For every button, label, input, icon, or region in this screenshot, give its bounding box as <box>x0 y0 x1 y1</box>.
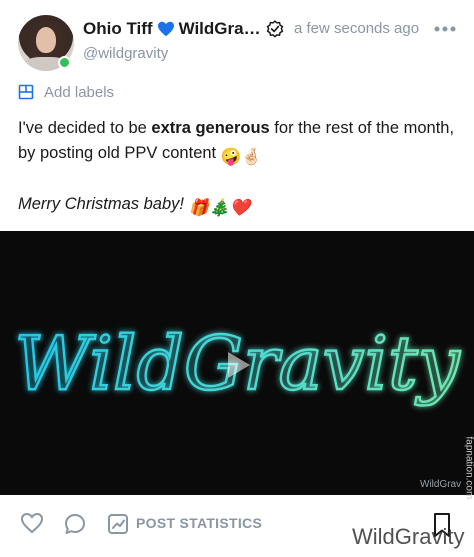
avatar-face <box>36 27 56 53</box>
post-statistics-icon[interactable] <box>107 513 129 535</box>
like-heart-icon[interactable] <box>20 512 44 534</box>
display-name[interactable]: Ohio Tiff <box>83 19 153 39</box>
verified-badge-icon <box>266 20 284 38</box>
post-timestamp[interactable]: a few seconds ago <box>294 20 419 37</box>
more-options-icon[interactable] <box>434 26 456 32</box>
add-labels-label: Add labels <box>44 83 115 101</box>
brand-watermark: WildGravity <box>352 524 465 549</box>
post-statistics-button[interactable]: POST STATISTICS <box>136 515 262 531</box>
post-text-emojis: 🤪🤞🏻 <box>220 148 262 166</box>
post-text-bold: extra generous <box>151 119 270 137</box>
play-icon[interactable] <box>224 350 252 380</box>
post-greeting: Merry Christmas baby! <box>18 195 189 213</box>
user-handle[interactable]: @wildgravity <box>83 45 168 62</box>
post-header: Ohio Tiff WildGra… a few seconds ago @wi… <box>0 0 474 80</box>
name-row[interactable]: Ohio Tiff WildGra… <box>83 18 261 40</box>
post-body-text: I've decided to be extra generous for th… <box>18 116 458 170</box>
add-labels-button[interactable]: Add labels <box>18 82 114 102</box>
post-greeting-emojis: 🎁🎄❤️ <box>188 199 251 217</box>
label-icon <box>18 84 34 100</box>
online-status-dot <box>58 56 71 69</box>
post-greeting-text: Merry Christmas baby! 🎁🎄❤️ <box>18 192 250 221</box>
corner-watermark: WildGrav <box>420 479 462 490</box>
comment-icon[interactable] <box>63 512 87 536</box>
blue-heart-icon <box>157 21 174 37</box>
display-name-suffix[interactable]: WildGra… <box>179 19 261 39</box>
post-text-prefix: I've decided to be <box>18 119 152 137</box>
